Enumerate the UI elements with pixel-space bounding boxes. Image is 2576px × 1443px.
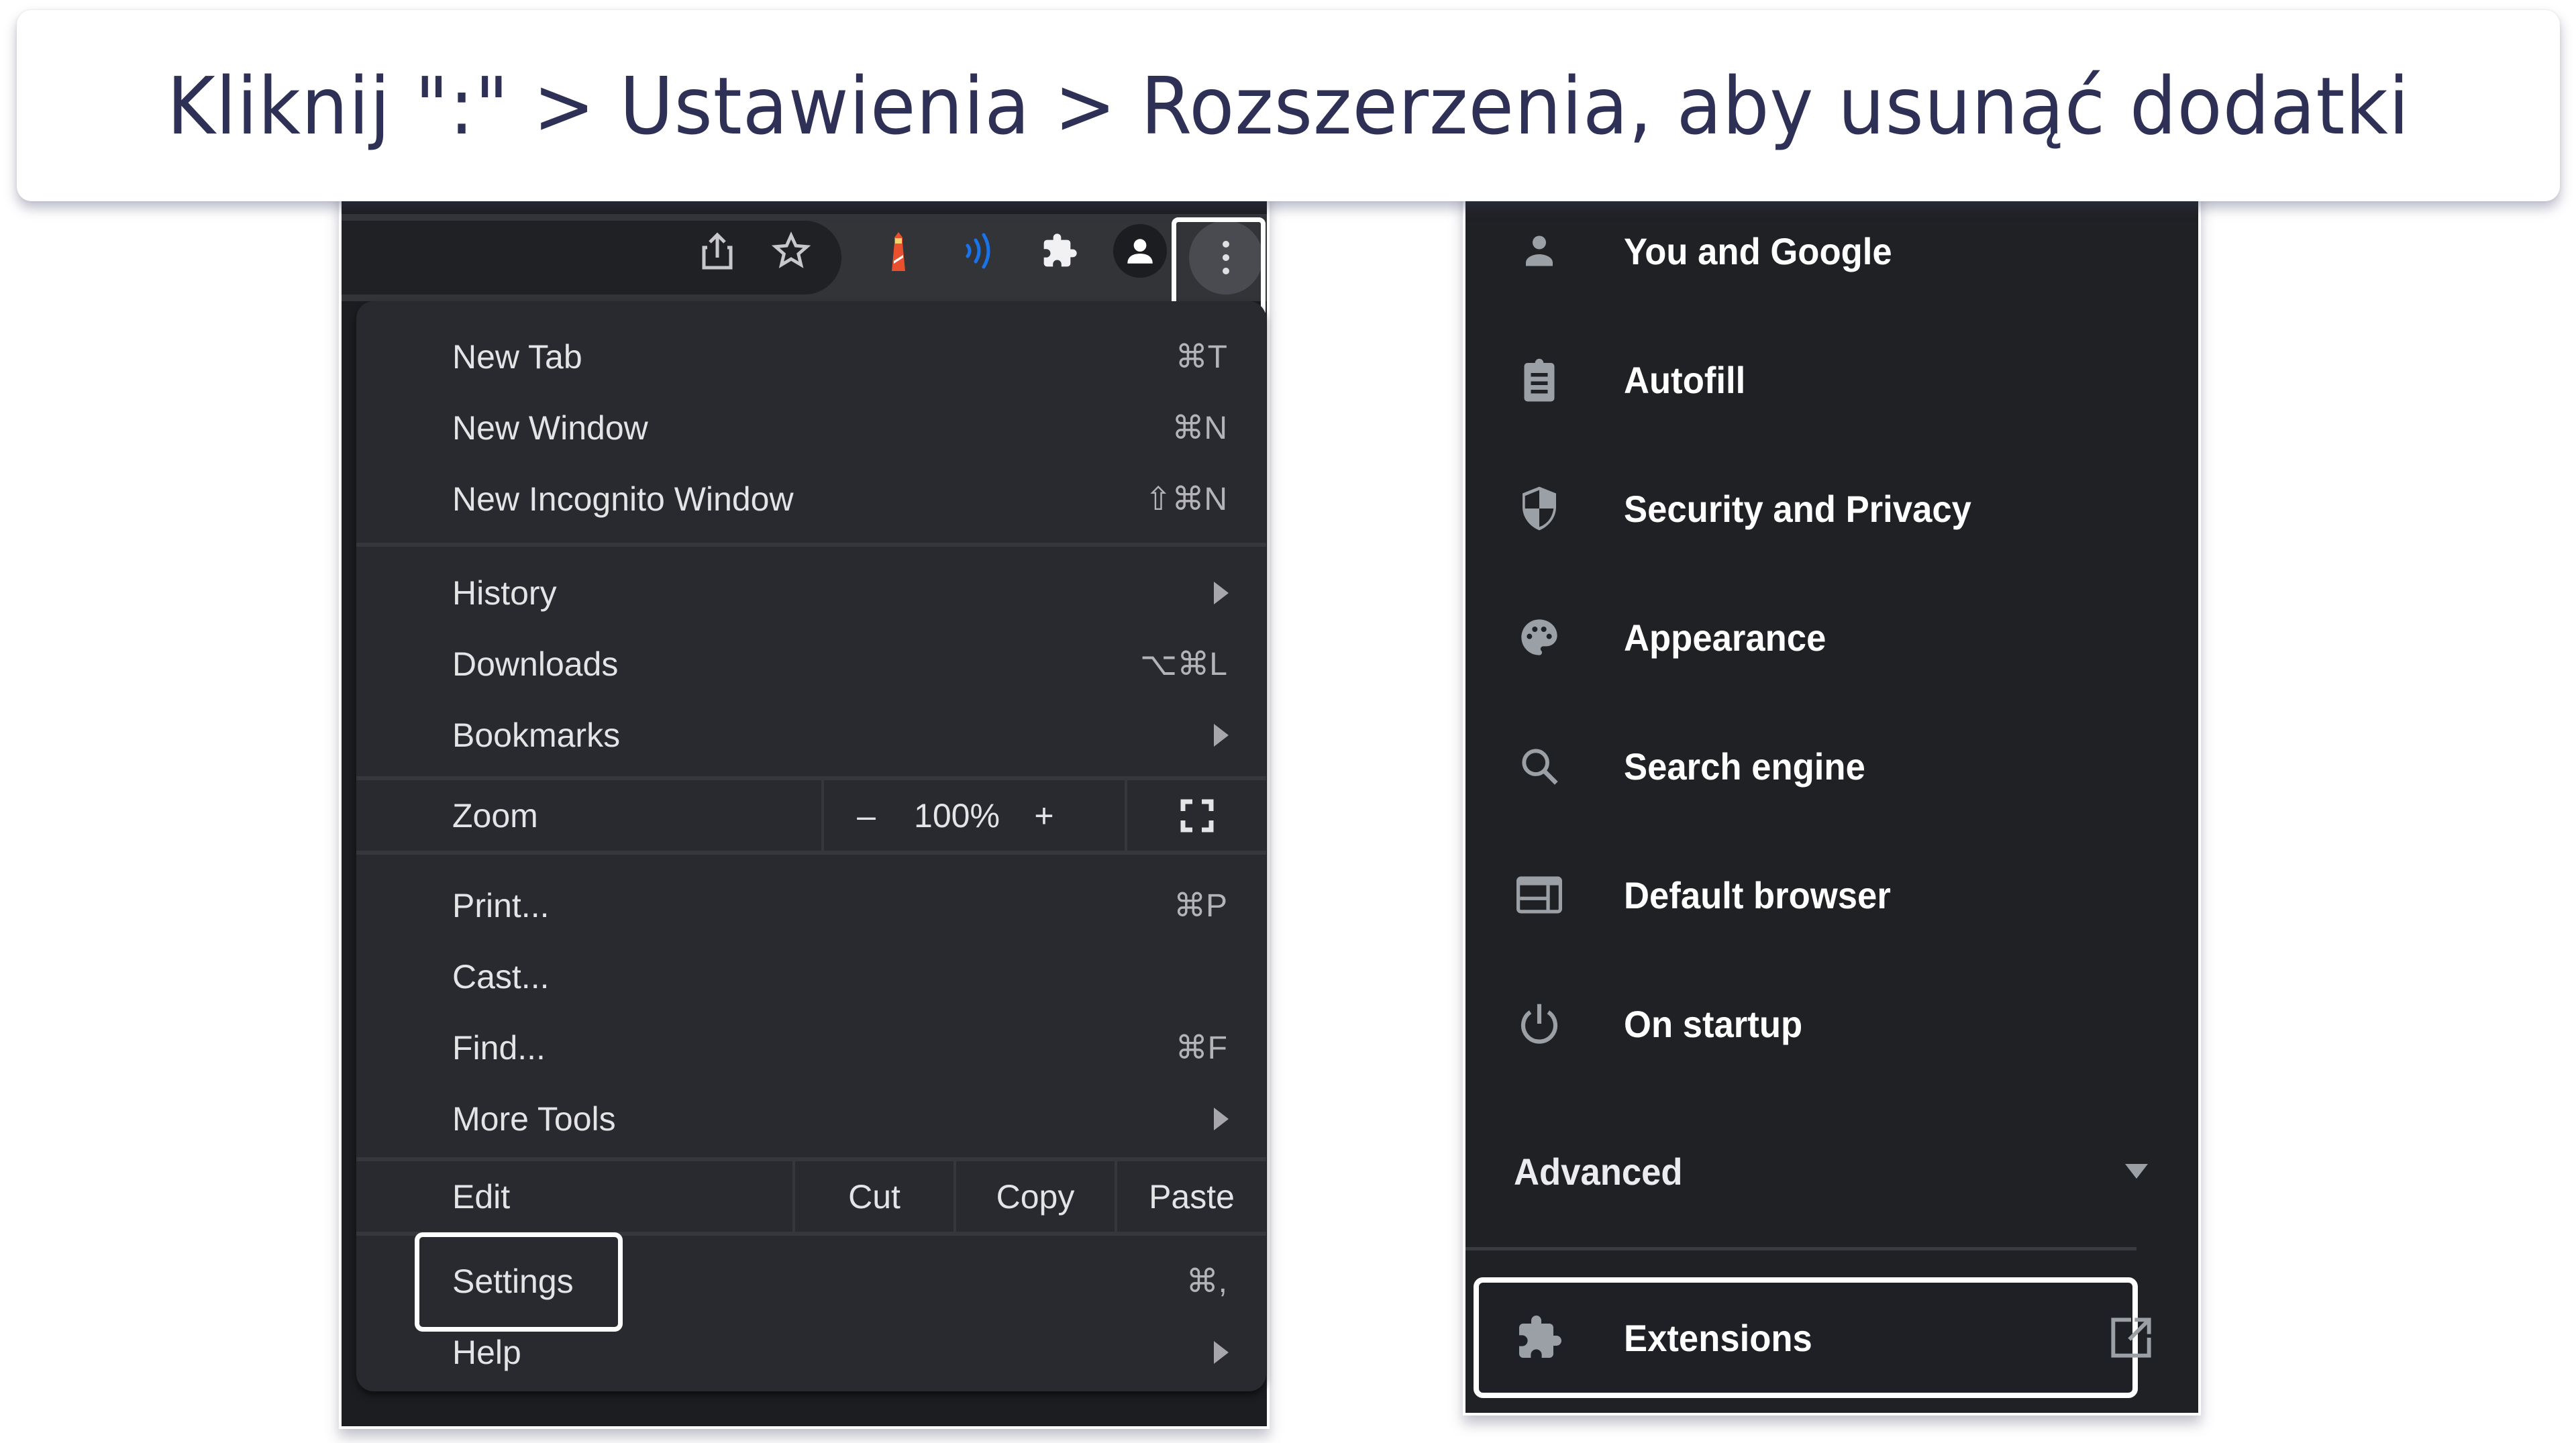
- menu-divider: [356, 851, 1266, 855]
- search-icon: [1512, 739, 1566, 793]
- palette-icon: [1512, 610, 1566, 664]
- shortcut: ⌘,: [1186, 1263, 1227, 1299]
- chrome-menu-screenshot: New Tab ⌘T New Window ⌘N New Incognito W…: [339, 188, 1270, 1429]
- copy-button[interactable]: Copy: [956, 1161, 1115, 1232]
- menu-item-bookmarks[interactable]: Bookmarks: [356, 700, 1266, 770]
- submenu-arrow-icon: [1214, 723, 1229, 747]
- settings-item-on-startup[interactable]: On startup: [1465, 983, 2198, 1064]
- settings-advanced-toggle[interactable]: Advanced: [1465, 1131, 2198, 1212]
- bookmark-star-icon[interactable]: [771, 231, 811, 271]
- shortcut: ⇧⌘N: [1145, 481, 1227, 517]
- settings-item-extensions[interactable]: Extensions: [1465, 1297, 2198, 1378]
- menu-divider: [356, 543, 1266, 547]
- fullscreen-button[interactable]: [1127, 780, 1266, 851]
- settings-item-you-and-google[interactable]: You and Google: [1465, 211, 2198, 291]
- paste-button[interactable]: Paste: [1117, 1161, 1266, 1232]
- caret-down-icon: [2125, 1164, 2148, 1179]
- menu-item-new-incognito-window[interactable]: New Incognito Window ⇧⌘N: [356, 464, 1266, 534]
- extensions-puzzle-icon: [1512, 1311, 1566, 1365]
- menu-item-new-window[interactable]: New Window ⌘N: [356, 392, 1266, 463]
- shortcut: ⌘T: [1175, 339, 1227, 375]
- shortcut: ⌘N: [1172, 410, 1227, 446]
- submenu-arrow-icon: [1214, 1107, 1229, 1130]
- address-bar[interactable]: [342, 221, 841, 295]
- shortcut: ⌘F: [1175, 1030, 1227, 1066]
- browser-window-icon: [1512, 868, 1566, 922]
- extensions-puzzle-icon[interactable]: [1039, 231, 1080, 271]
- chrome-main-menu: New Tab ⌘T New Window ⌘N New Incognito W…: [356, 301, 1266, 1391]
- clipboard-icon: [1512, 353, 1566, 407]
- power-icon: [1512, 997, 1566, 1051]
- menu-item-print[interactable]: Print... ⌘P: [356, 870, 1266, 941]
- zoom-in-button[interactable]: +: [1014, 780, 1074, 851]
- settings-item-default-browser[interactable]: Default browser: [1465, 855, 2198, 935]
- settings-item-autofill[interactable]: Autofill: [1465, 339, 2198, 420]
- fullscreen-icon: [1180, 799, 1213, 832]
- settings-item-search-engine[interactable]: Search engine: [1465, 726, 2198, 806]
- zoom-level: 100%: [914, 796, 1000, 835]
- instruction-title: Kliknij ":" > Ustawienia > Rozszerzenia,…: [166, 59, 2410, 152]
- cut-button[interactable]: Cut: [795, 1161, 954, 1232]
- instruction-banner: Kliknij ":" > Ustawienia > Rozszerzenia,…: [17, 10, 2560, 201]
- submenu-arrow-icon: [1214, 1340, 1229, 1364]
- settings-item-appearance[interactable]: Appearance: [1465, 597, 2198, 678]
- menu-item-help[interactable]: Help: [356, 1317, 1266, 1387]
- menu-item-find[interactable]: Find... ⌘F: [356, 1012, 1266, 1083]
- sidebar-divider: [1465, 1247, 2136, 1250]
- browser-toolbar: [342, 214, 1267, 301]
- menu-item-history[interactable]: History: [356, 557, 1266, 628]
- shield-icon: [1512, 482, 1566, 535]
- wireless-extension-icon[interactable]: [959, 231, 999, 271]
- shortcut: ⌘P: [1173, 888, 1227, 924]
- shortcut: ⌥⌘L: [1139, 646, 1227, 682]
- open-in-new-icon: [2110, 1316, 2153, 1359]
- person-icon: [1512, 224, 1566, 278]
- menu-divider: [821, 780, 824, 851]
- menu-item-new-tab[interactable]: New Tab ⌘T: [356, 321, 1266, 392]
- lighthouse-extension-icon[interactable]: [878, 231, 919, 271]
- menu-item-cast[interactable]: Cast...: [356, 941, 1266, 1012]
- share-icon[interactable]: [697, 231, 737, 271]
- zoom-out-button[interactable]: –: [839, 780, 893, 851]
- submenu-arrow-icon: [1214, 581, 1229, 604]
- menu-item-more-tools[interactable]: More Tools: [356, 1083, 1266, 1154]
- settings-item-security-and-privacy[interactable]: Security and Privacy: [1465, 468, 2198, 549]
- menu-item-downloads[interactable]: Downloads ⌥⌘L: [356, 629, 1266, 699]
- profile-avatar-icon[interactable]: [1113, 224, 1167, 278]
- settings-sidebar-screenshot: You and Google Autofill Security and Pri…: [1463, 188, 2201, 1415]
